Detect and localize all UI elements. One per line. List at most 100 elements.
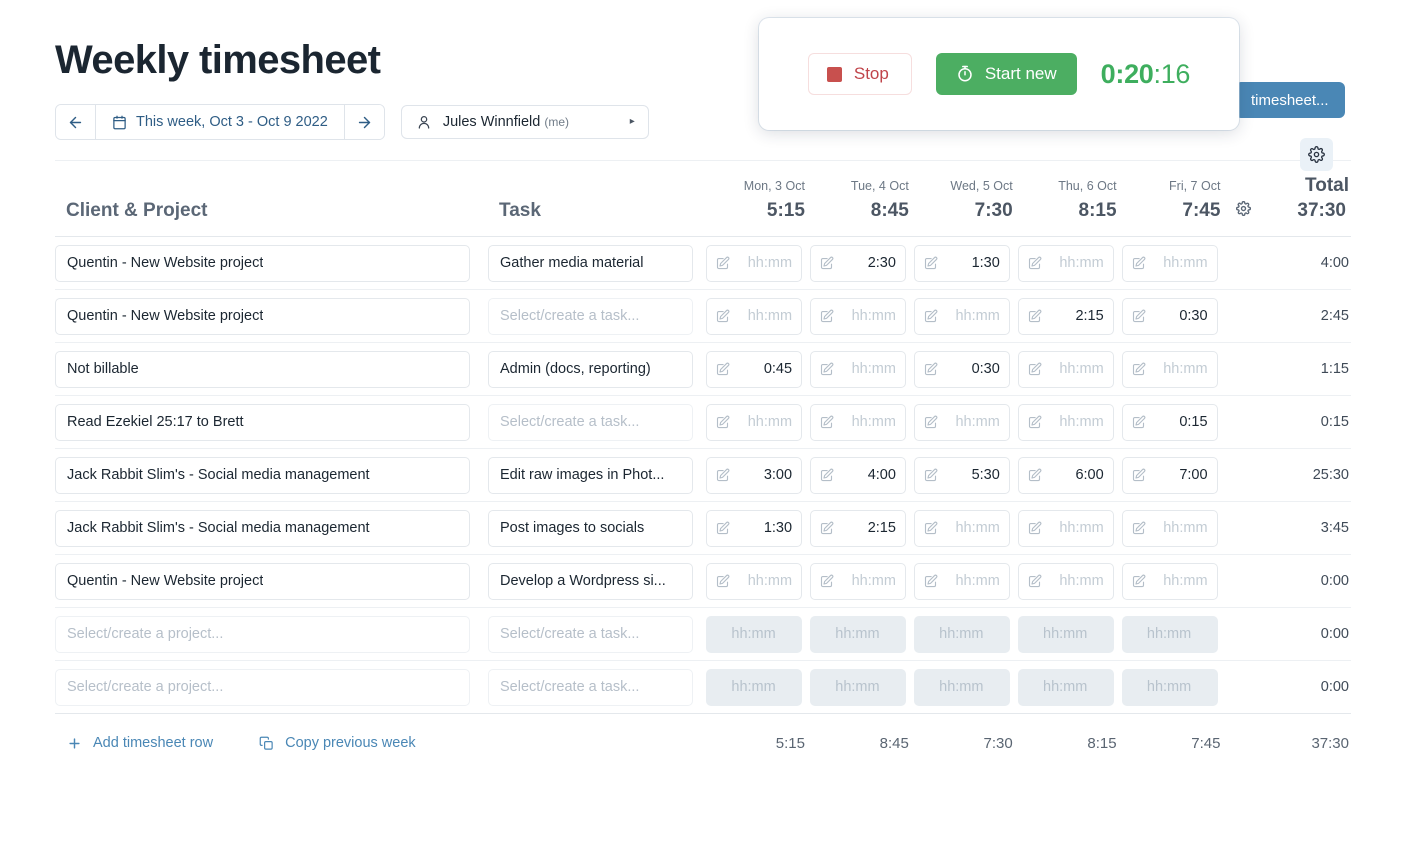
- project-input[interactable]: Select/create a project...: [55, 616, 470, 653]
- day-total-1: 8:45: [810, 200, 914, 237]
- task-input[interactable]: Develop a Wordpress si...: [488, 563, 693, 600]
- time-entry-input[interactable]: hh:mm: [810, 298, 906, 335]
- time-cell: hh:mm: [1122, 661, 1226, 714]
- time-entry-input[interactable]: 5:30: [914, 457, 1010, 494]
- gear-icon: [1308, 146, 1325, 163]
- table-footer: Add timesheet row Copy previous week 5:1…: [55, 714, 1351, 773]
- time-entry-input[interactable]: hh:mm: [1018, 563, 1114, 600]
- edit-icon: [715, 521, 730, 536]
- time-entry-input[interactable]: hh:mm: [1122, 245, 1218, 282]
- time-entry-input[interactable]: hh:mm: [1018, 351, 1114, 388]
- row-spacer: [1225, 237, 1262, 290]
- task-input[interactable]: Admin (docs, reporting): [488, 351, 693, 388]
- time-entry-input[interactable]: hh:mm: [1018, 404, 1114, 441]
- time-entry-input[interactable]: hh:mm: [706, 298, 802, 335]
- time-entry-input[interactable]: hh:mm: [810, 351, 906, 388]
- time-entry-input[interactable]: hh:mm: [810, 404, 906, 441]
- time-value: hh:mm: [748, 573, 792, 589]
- header-divider: [55, 160, 1351, 161]
- next-week-button[interactable]: [344, 105, 384, 139]
- time-entry-input[interactable]: 3:00: [706, 457, 802, 494]
- time-entry-input[interactable]: 1:30: [706, 510, 802, 547]
- time-value: hh:mm: [748, 308, 792, 324]
- project-cell: Select/create a project...: [55, 608, 488, 661]
- time-entry-input[interactable]: hh:mm: [914, 563, 1010, 600]
- task-input[interactable]: Select/create a task...: [488, 404, 693, 441]
- time-cell: hh:mm: [706, 237, 810, 290]
- time-entry-input[interactable]: 6:00: [1018, 457, 1114, 494]
- time-entry-input[interactable]: 0:15: [1122, 404, 1218, 441]
- user-selector[interactable]: Jules Winnfield (me) ▸: [401, 105, 649, 139]
- time-entry-input[interactable]: 0:30: [914, 351, 1010, 388]
- time-entry-input[interactable]: 7:00: [1122, 457, 1218, 494]
- task-input[interactable]: Select/create a task...: [488, 616, 693, 653]
- project-input[interactable]: Select/create a project...: [55, 669, 470, 706]
- time-cell: hh:mm: [706, 396, 810, 449]
- time-entry-input[interactable]: hh:mm: [914, 298, 1010, 335]
- time-cell: 3:00: [706, 449, 810, 502]
- copy-previous-week-button[interactable]: Copy previous week: [259, 735, 416, 751]
- time-entry-input[interactable]: 0:45: [706, 351, 802, 388]
- settings-button[interactable]: [1300, 138, 1333, 171]
- task-input[interactable]: Select/create a task...: [488, 669, 693, 706]
- time-entry-input[interactable]: hh:mm: [1018, 245, 1114, 282]
- time-entry-input[interactable]: hh:mm: [1122, 351, 1218, 388]
- table-row: Select/create a project... Select/create …: [55, 661, 1351, 714]
- edit-icon: [1131, 362, 1146, 377]
- row-total: 25:30: [1262, 449, 1351, 502]
- time-cell: hh:mm: [1018, 396, 1122, 449]
- time-cell: hh:mm: [914, 555, 1018, 608]
- table-row: Jack Rabbit Slim's - Social media manage…: [55, 449, 1351, 502]
- time-entry-input: hh:mm: [1018, 616, 1114, 653]
- task-input[interactable]: Gather media material: [488, 245, 693, 282]
- week-total: 37:30: [1262, 200, 1351, 237]
- time-entry-input[interactable]: hh:mm: [1122, 510, 1218, 547]
- time-entry-input[interactable]: 2:15: [810, 510, 906, 547]
- copy-previous-week-label: Copy previous week: [285, 735, 416, 751]
- previous-week-button[interactable]: [56, 105, 96, 139]
- time-value: hh:mm: [1163, 361, 1207, 377]
- start-new-timer-button[interactable]: Start new: [936, 53, 1077, 95]
- time-entry-input[interactable]: hh:mm: [810, 563, 906, 600]
- time-value: hh:mm: [1043, 679, 1087, 695]
- project-input[interactable]: Not billable: [55, 351, 470, 388]
- time-entry-input[interactable]: 2:30: [810, 245, 906, 282]
- time-entry-input[interactable]: hh:mm: [914, 404, 1010, 441]
- time-entry-input[interactable]: 2:15: [1018, 298, 1114, 335]
- time-entry-input[interactable]: hh:mm: [914, 510, 1010, 547]
- task-input[interactable]: Post images to socials: [488, 510, 693, 547]
- add-timesheet-row-button[interactable]: Add timesheet row: [67, 735, 213, 751]
- time-entry-input[interactable]: hh:mm: [1122, 563, 1218, 600]
- time-cell: 2:30: [810, 237, 914, 290]
- project-input[interactable]: Quentin - New Website project: [55, 563, 470, 600]
- time-cell: hh:mm: [810, 608, 914, 661]
- time-entry-input[interactable]: hh:mm: [1018, 510, 1114, 547]
- time-entry-input[interactable]: 1:30: [914, 245, 1010, 282]
- add-timesheet-row-label: Add timesheet row: [93, 735, 213, 751]
- time-cell: 7:00: [1122, 449, 1226, 502]
- table-row: Quentin - New Website project Gather medi…: [55, 237, 1351, 290]
- date-range-picker[interactable]: This week, Oct 3 - Oct 9 2022: [96, 105, 344, 139]
- time-cell: hh:mm: [810, 555, 914, 608]
- task-input[interactable]: Select/create a task...: [488, 298, 693, 335]
- time-entry-input[interactable]: hh:mm: [706, 404, 802, 441]
- column-settings-button[interactable]: [1225, 200, 1262, 237]
- time-cell: 0:30: [914, 343, 1018, 396]
- project-value: Quentin - New Website project: [67, 255, 263, 271]
- time-entry-input[interactable]: hh:mm: [706, 245, 802, 282]
- project-input[interactable]: Jack Rabbit Slim's - Social media manage…: [55, 510, 470, 547]
- time-entry-input[interactable]: 0:30: [1122, 298, 1218, 335]
- project-input[interactable]: Quentin - New Website project: [55, 245, 470, 282]
- project-input[interactable]: Read Ezekiel 25:17 to Brett: [55, 404, 470, 441]
- time-value: 2:15: [1075, 308, 1103, 324]
- time-entry-input[interactable]: 4:00: [810, 457, 906, 494]
- footer-grand-total: 37:30: [1262, 714, 1351, 773]
- export-timesheet-button[interactable]: timesheet...: [1235, 82, 1345, 118]
- time-entry-input[interactable]: hh:mm: [706, 563, 802, 600]
- edit-icon: [923, 521, 938, 536]
- stop-timer-button[interactable]: Stop: [808, 53, 912, 95]
- project-input[interactable]: Quentin - New Website project: [55, 298, 470, 335]
- task-input[interactable]: Edit raw images in Phot...: [488, 457, 693, 494]
- project-input[interactable]: Jack Rabbit Slim's - Social media manage…: [55, 457, 470, 494]
- day-total-2: 7:30: [914, 200, 1018, 237]
